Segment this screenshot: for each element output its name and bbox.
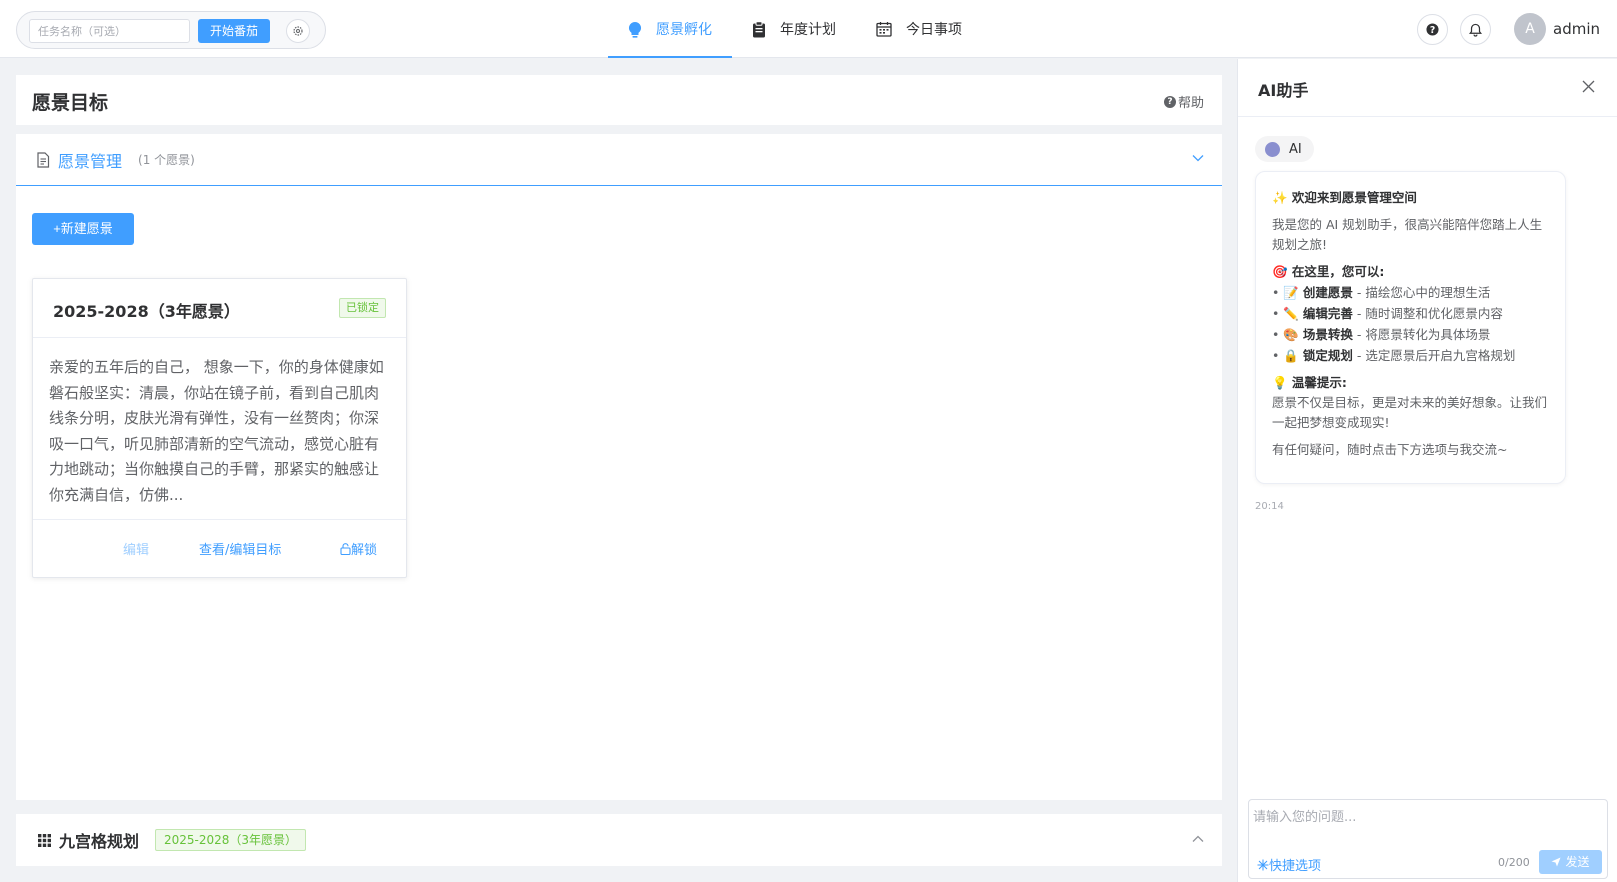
- quick-options-label: 快捷选项: [1269, 859, 1322, 874]
- send-button[interactable]: 发送: [1539, 850, 1602, 874]
- nav-label: 今日事项: [906, 22, 962, 38]
- vision-panel-header[interactable]: 愿景管理 (1 个愿景): [16, 134, 1222, 186]
- vision-panel-title: 愿景管理: [58, 151, 123, 171]
- vision-card-actions: 编辑 查看/编辑目标 解锁: [33, 520, 406, 576]
- feature-name: 锁定规划: [1302, 348, 1353, 363]
- ai-assistant-panel: AI助手 AI ✨ 欢迎来到愿景管理空间 我是您的 AI 规划助手，很高兴能陪伴…: [1237, 59, 1617, 882]
- grid-panel-title: 九宫格规划: [59, 832, 140, 851]
- send-label: 发送: [1565, 855, 1590, 869]
- edit-vision-button[interactable]: 编辑: [123, 539, 149, 558]
- feature-name: 场景转换: [1302, 327, 1353, 342]
- grid-icon: [38, 833, 51, 847]
- help-label: 帮助: [1177, 96, 1204, 111]
- clipboard-icon: [752, 20, 766, 38]
- page-title: 愿景目标: [32, 92, 109, 114]
- outro-text: 有任何疑问，随时点击下方选项与我交流~: [1272, 442, 1508, 457]
- feature-desc: - 将愿景转化为具体场景: [1352, 327, 1491, 342]
- feature-desc: - 描绘您心中的理想生活: [1352, 285, 1491, 300]
- features-heading: 🎯 在这里，您可以:: [1272, 264, 1385, 279]
- nav-label: 年度计划: [780, 22, 836, 38]
- send-icon: [1551, 857, 1561, 867]
- page-header: 愿景目标 ? 帮助: [16, 75, 1222, 125]
- feature-name: 创建愿景: [1302, 285, 1353, 300]
- vision-card-title: 2025-2028（3年愿景）: [53, 302, 240, 321]
- vision-card: 2025-2028（3年愿景） 已锁定 亲爱的五年后的自己， 想象一下，你的身体…: [32, 278, 407, 578]
- lightbulb-icon: [628, 21, 642, 38]
- help-button[interactable]: ?: [1417, 14, 1448, 45]
- nav-label: 愿景孵化: [656, 22, 712, 38]
- document-icon: [37, 151, 50, 168]
- sparkle-icon: [1257, 859, 1269, 870]
- start-pomodoro-button[interactable]: 开始番茄: [198, 19, 270, 43]
- nav-today-items[interactable]: 今日事项: [856, 0, 982, 58]
- grid-vision-tag: 2025-2028（3年愿景）: [155, 829, 307, 851]
- char-counter: 0/200: [1498, 856, 1530, 869]
- vision-management-panel: 愿景管理 (1 个愿景) +新建愿景 2025-2028（3年愿景） 已锁定 亲…: [16, 134, 1222, 800]
- nav-vision-incubation[interactable]: 愿景孵化: [608, 0, 732, 58]
- calendar-icon: [876, 21, 892, 37]
- ai-sender-label: AI: [1289, 141, 1302, 157]
- svg-text:?: ?: [1430, 25, 1435, 36]
- ai-message-bubble: ✨ 欢迎来到愿景管理空间 我是您的 AI 规划助手，很高兴能陪伴您踏上人生规划之…: [1255, 171, 1566, 484]
- intro-text: 我是您的 AI 规划助手，很高兴能陪伴您踏上人生规划之旅!: [1272, 217, 1543, 252]
- tip-heading: 💡 温馨提示:: [1272, 375, 1347, 390]
- feature-emoji: ✏️: [1283, 306, 1299, 321]
- nine-grid-panel[interactable]: 九宫格规划 2025-2028（3年愿景）: [16, 814, 1222, 866]
- question-icon: ?: [1426, 23, 1439, 36]
- user-menu[interactable]: A admin: [1514, 13, 1600, 45]
- chevron-down-icon[interactable]: [1192, 154, 1204, 162]
- unlock-icon: [340, 542, 351, 555]
- question-input[interactable]: [1253, 806, 1603, 832]
- tip-text: 愿景不仅是目标，更是对未来的美好想象。让我们一起把梦想变成现实!: [1272, 395, 1548, 430]
- username: admin: [1553, 20, 1600, 38]
- vision-count: (1 个愿景): [138, 153, 195, 167]
- ai-input-box: 快捷选项 0/200 发送: [1248, 799, 1608, 879]
- feature-item: • 📝 创建愿景 - 描绘您心中的理想生活: [1272, 285, 1491, 300]
- unlock-label: 解锁: [351, 543, 378, 558]
- bell-icon: [1469, 23, 1482, 37]
- feature-item: • ✏️ 编辑完善 - 随时调整和优化愿景内容: [1272, 306, 1503, 321]
- vision-card-body: 亲爱的五年后的自己， 想象一下，你的身体健康如磐石般坚实：清晨，你站在镜子前，看…: [33, 338, 406, 520]
- task-name-input[interactable]: [29, 19, 190, 43]
- nav-annual-plan[interactable]: 年度计划: [732, 0, 856, 58]
- feature-item: • 🎨 场景转换 - 将愿景转化为具体场景: [1272, 327, 1491, 342]
- pomodoro-settings-button[interactable]: [286, 19, 310, 43]
- new-vision-button[interactable]: +新建愿景: [32, 213, 134, 245]
- ai-avatar: [1265, 141, 1280, 157]
- quick-options-button[interactable]: 快捷选项: [1257, 855, 1321, 874]
- feature-desc: - 选定愿景后开启九宫格规划: [1352, 348, 1516, 363]
- feature-emoji: 🔒: [1283, 348, 1299, 363]
- gear-icon: [293, 26, 303, 36]
- close-icon[interactable]: [1582, 80, 1595, 93]
- main-nav: 愿景孵化 年度计划 今日事项: [608, 0, 982, 58]
- avatar: A: [1514, 13, 1546, 45]
- message-timestamp: 20:14: [1255, 501, 1284, 512]
- welcome-line: ✨ 欢迎来到愿景管理空间: [1272, 190, 1417, 205]
- notifications-button[interactable]: [1460, 14, 1491, 45]
- feature-emoji: 🎨: [1283, 327, 1299, 342]
- status-badge: 已锁定: [339, 298, 386, 318]
- question-icon: ?: [1163, 95, 1176, 108]
- feature-item: • 🔒 锁定规划 - 选定愿景后开启九宫格规划: [1272, 348, 1516, 363]
- unlock-vision-button[interactable]: 解锁: [340, 539, 377, 558]
- ai-panel-title: AI助手: [1258, 81, 1309, 100]
- feature-emoji: 📝: [1283, 285, 1299, 300]
- ai-sender-tag: AI: [1255, 136, 1314, 162]
- ai-panel-header: AI助手: [1238, 59, 1617, 117]
- chevron-up-icon[interactable]: [1192, 835, 1204, 843]
- feature-name: 编辑完善: [1302, 306, 1353, 321]
- vision-card-header: 2025-2028（3年愿景） 已锁定: [33, 279, 406, 338]
- page-help-link[interactable]: ? 帮助: [1163, 92, 1204, 111]
- view-edit-goals-button[interactable]: 查看/编辑目标: [199, 539, 281, 558]
- pomodoro-widget: 开始番茄: [16, 11, 326, 49]
- feature-desc: - 随时调整和优化愿景内容: [1352, 306, 1503, 321]
- top-bar: 开始番茄 愿景孵化 年度计划 今日事项 ? A: [0, 0, 1617, 58]
